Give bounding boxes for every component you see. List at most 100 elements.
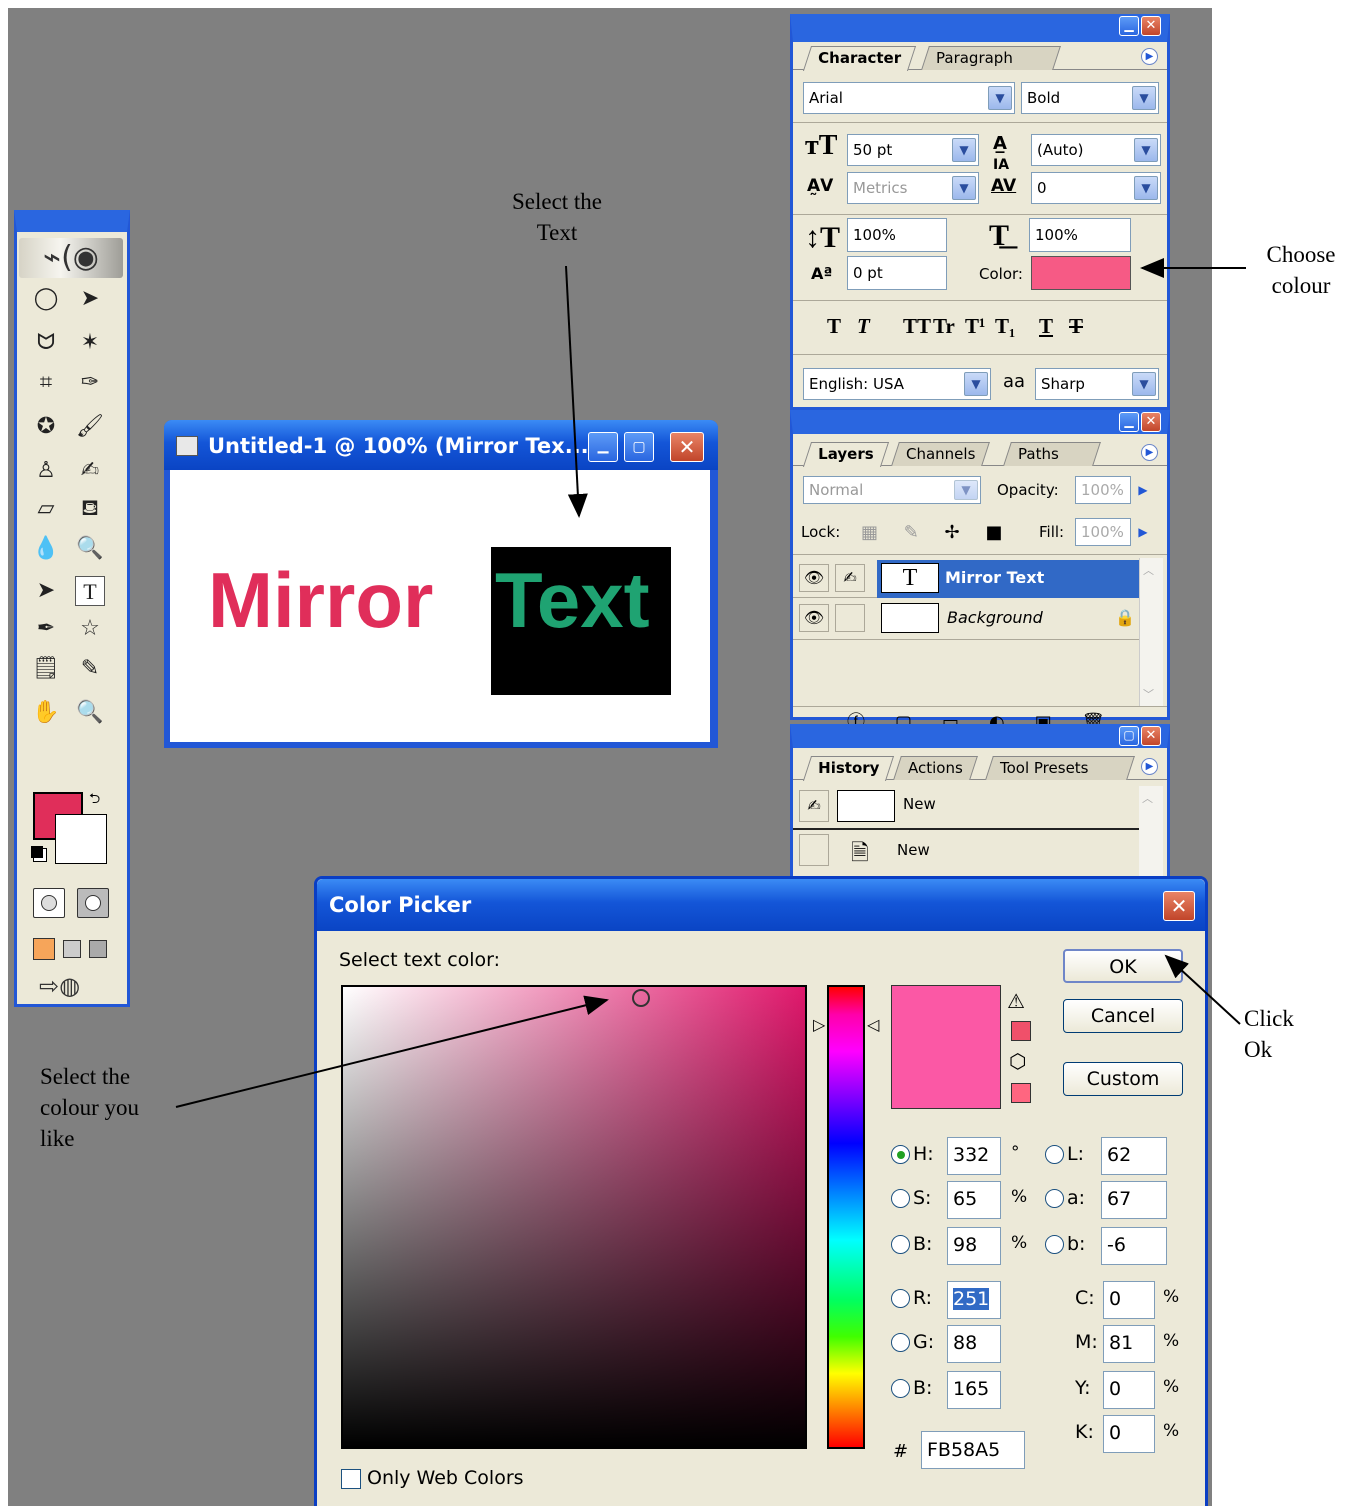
tab-paths[interactable]: Paths [1003, 442, 1101, 466]
layer-row[interactable]: 👁 Background 🔒 [793, 598, 1139, 640]
layer-row[interactable]: 👁 ✍ T Mirror Text [793, 558, 1139, 598]
custom-button[interactable]: Custom [1063, 1062, 1183, 1096]
color-picker-cursor[interactable] [632, 989, 650, 1007]
tab-layers[interactable]: Layers [802, 442, 889, 467]
screen-mode-full-icon[interactable] [89, 940, 107, 958]
marquee-icon[interactable]: ◯ [31, 284, 61, 314]
panel-close-button[interactable]: ✕ [1141, 412, 1161, 432]
radio-b[interactable] [1045, 1235, 1064, 1254]
magic-wand-icon[interactable]: ✶ [75, 328, 105, 358]
tab-history[interactable]: History [802, 756, 895, 781]
type-icon[interactable]: T [75, 576, 105, 606]
link-slot[interactable] [835, 604, 865, 632]
close-button[interactable]: ✕ [670, 432, 704, 462]
brush-link-icon[interactable]: ✍ [835, 564, 865, 592]
strikethrough-button[interactable]: T [1069, 314, 1083, 339]
fill-input[interactable]: 100% [1075, 518, 1131, 546]
zoom-icon[interactable]: 🔍 [75, 698, 105, 728]
stamp-icon[interactable]: ♙ [31, 456, 61, 486]
tab-actions[interactable]: Actions [893, 756, 978, 780]
chevron-up-icon[interactable]: ︿ [1142, 790, 1153, 806]
gamut-warning-icon[interactable]: ⚠ [1007, 989, 1025, 1013]
default-colors-icon[interactable] [31, 846, 43, 858]
panel-minimize-button[interactable]: ▁ [1119, 16, 1139, 36]
chevron-down-icon[interactable]: ﹀ [1143, 686, 1154, 702]
faux-italic-button[interactable]: T [857, 314, 870, 339]
blend-mode-select[interactable]: Normal ▼ [803, 476, 981, 504]
background-color-swatch[interactable] [55, 814, 107, 864]
layers-scrollbar[interactable]: ︿ ﹀ [1139, 558, 1163, 706]
input-m[interactable]: 81 [1103, 1325, 1155, 1363]
input-r[interactable]: 251 [947, 1281, 1001, 1319]
notes-icon[interactable]: 🗒 [31, 654, 61, 684]
brush-icon[interactable]: 🖌 [75, 412, 105, 442]
snapshot-name[interactable]: New [903, 794, 936, 814]
horizontal-scale-input[interactable]: 100% [1029, 218, 1131, 252]
leading-select[interactable]: (Auto) ▼ [1031, 134, 1161, 166]
screen-mode-full-menu-icon[interactable] [63, 940, 81, 958]
cancel-button[interactable]: Cancel [1063, 999, 1183, 1033]
dodge-icon[interactable]: 🔍 [75, 534, 105, 564]
pen-icon[interactable]: ✒ [31, 614, 61, 644]
web-safe-cube-icon[interactable]: ⬡ [1009, 1049, 1026, 1073]
healing-icon[interactable]: ✪ [31, 412, 61, 442]
eye-icon[interactable]: 👁 [799, 604, 829, 632]
lock-icons[interactable]: ▦ ✎ ✢ ■ [861, 522, 1012, 543]
faux-bold-button[interactable]: T [827, 314, 841, 339]
input-bl[interactable]: 165 [947, 1371, 1001, 1409]
jump-to-imageready-icon[interactable]: ⇨◍ [39, 972, 80, 1000]
panel-menu-icon[interactable]: ▶ [1141, 444, 1158, 461]
small-caps-button[interactable]: Tr [933, 314, 955, 339]
panel-close-button[interactable]: ✕ [1141, 16, 1161, 36]
saturation-brightness-field[interactable] [341, 985, 807, 1449]
hue-slider-left-arrow[interactable]: ▷ [813, 1015, 825, 1034]
underline-button[interactable]: T [1039, 314, 1053, 339]
web-safe-color-swatch[interactable] [1011, 1083, 1031, 1103]
antialias-select[interactable]: Sharp ▼ [1035, 368, 1159, 400]
history-slot[interactable] [799, 834, 829, 866]
language-select[interactable]: English: USA ▼ [803, 368, 991, 400]
hue-slider-right-arrow[interactable]: ◁ [867, 1015, 879, 1034]
baseline-shift-input[interactable]: 0 pt [847, 256, 947, 290]
radio-g[interactable] [891, 1333, 910, 1352]
input-h[interactable]: 332 [947, 1137, 1001, 1175]
move-icon[interactable]: ➤ [75, 284, 105, 314]
opacity-arrow-icon[interactable]: ▶ [1133, 478, 1153, 502]
input-l[interactable]: 62 [1101, 1137, 1167, 1175]
gamut-color-swatch[interactable] [1011, 1021, 1031, 1041]
input-c[interactable]: 0 [1103, 1281, 1155, 1319]
panel-menu-icon[interactable]: ▶ [1141, 758, 1158, 775]
history-brush-icon[interactable]: ✍ [75, 456, 105, 486]
radio-s[interactable] [891, 1189, 910, 1208]
shape-icon[interactable]: ☆ [75, 614, 105, 644]
hex-input[interactable]: FB58A5 [921, 1431, 1025, 1469]
radio-bl[interactable] [891, 1379, 910, 1398]
superscript-button[interactable]: T¹ [965, 314, 985, 339]
radio-h[interactable] [891, 1145, 910, 1164]
radio-r[interactable] [891, 1289, 910, 1308]
chevron-up-icon[interactable]: ︿ [1143, 562, 1154, 578]
maximize-button[interactable]: ▢ [624, 432, 654, 462]
ok-button[interactable]: OK [1063, 949, 1183, 983]
input-k[interactable]: 0 [1103, 1415, 1155, 1453]
bucket-icon[interactable]: ⛾ [75, 494, 105, 524]
panel-close-button[interactable]: ✕ [1141, 726, 1161, 746]
screen-mode-standard-icon[interactable] [33, 938, 55, 960]
history-state[interactable]: New [897, 840, 930, 860]
web-colors-checkbox[interactable] [341, 1469, 361, 1489]
input-a[interactable]: 67 [1101, 1181, 1167, 1219]
swap-colors-icon[interactable]: ⮌ [89, 788, 100, 812]
text-color-swatch[interactable] [1031, 256, 1131, 290]
panel-menu-icon[interactable]: ▶ [1141, 48, 1158, 65]
input-b[interactable]: -6 [1101, 1227, 1167, 1265]
radio-b[interactable] [891, 1235, 910, 1254]
panel-minimize-button[interactable]: ▁ [1119, 412, 1139, 432]
history-brush-source-icon[interactable]: ✍ [799, 790, 829, 822]
text-selection-highlight[interactable]: Text [491, 547, 671, 695]
tab-tool-presets[interactable]: Tool Presets [985, 756, 1135, 780]
path-select-icon[interactable]: ➤ [31, 576, 61, 606]
font-style-select[interactable]: Bold ▼ [1021, 82, 1159, 114]
subscript-button[interactable]: T₁ [995, 314, 1015, 339]
input-y[interactable]: 0 [1103, 1371, 1155, 1409]
vertical-scale-input[interactable]: 100% [847, 218, 947, 252]
